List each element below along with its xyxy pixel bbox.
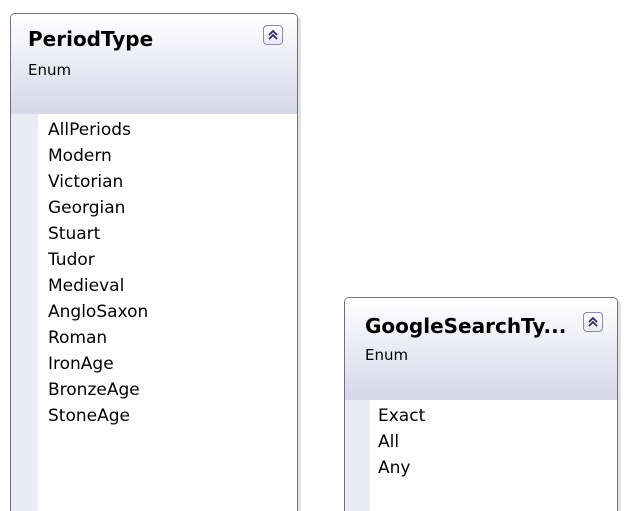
collapse-button[interactable] <box>263 25 283 45</box>
enum-shape-googlesearchtype[interactable]: GoogleSearchTy... Enum Exact All Any <box>344 297 618 511</box>
enum-header[interactable]: GoogleSearchTy... Enum <box>345 298 617 400</box>
enum-member[interactable]: Any <box>378 455 425 481</box>
enum-member[interactable]: IronAge <box>48 351 148 377</box>
member-list: AllPeriods Modern Victorian Georgian Stu… <box>48 117 148 429</box>
enum-members-compartment: AllPeriods Modern Victorian Georgian Stu… <box>11 114 297 511</box>
enum-stereotype: Enum <box>28 61 72 79</box>
enum-member[interactable]: StoneAge <box>48 403 148 429</box>
enum-member[interactable]: All <box>378 429 425 455</box>
double-chevron-up-icon <box>268 29 278 40</box>
enum-name: GoogleSearchTy... <box>365 314 567 338</box>
enum-member[interactable]: Tudor <box>48 247 148 273</box>
enum-members-compartment: Exact All Any <box>345 400 617 511</box>
collapse-button[interactable] <box>583 312 603 332</box>
enum-member[interactable]: AngloSaxon <box>48 299 148 325</box>
compartment-strip <box>11 114 38 511</box>
enum-member[interactable]: Stuart <box>48 221 148 247</box>
double-chevron-up-icon <box>588 316 598 327</box>
enum-member[interactable]: Medieval <box>48 273 148 299</box>
member-list: Exact All Any <box>378 403 425 481</box>
enum-member[interactable]: BronzeAge <box>48 377 148 403</box>
enum-member[interactable]: Victorian <box>48 169 148 195</box>
enum-stereotype: Enum <box>365 346 409 364</box>
enum-header[interactable]: PeriodType Enum <box>11 14 297 114</box>
enum-member[interactable]: Modern <box>48 143 148 169</box>
enum-member[interactable]: AllPeriods <box>48 117 148 143</box>
enum-member[interactable]: Exact <box>378 403 425 429</box>
compartment-strip <box>345 400 370 511</box>
enum-shape-periodtype[interactable]: PeriodType Enum AllPeriods Modern Victor… <box>10 13 298 511</box>
enum-member[interactable]: Roman <box>48 325 148 351</box>
enum-name: PeriodType <box>28 27 154 51</box>
enum-member[interactable]: Georgian <box>48 195 148 221</box>
class-diagram-canvas: PeriodType Enum AllPeriods Modern Victor… <box>0 0 635 511</box>
